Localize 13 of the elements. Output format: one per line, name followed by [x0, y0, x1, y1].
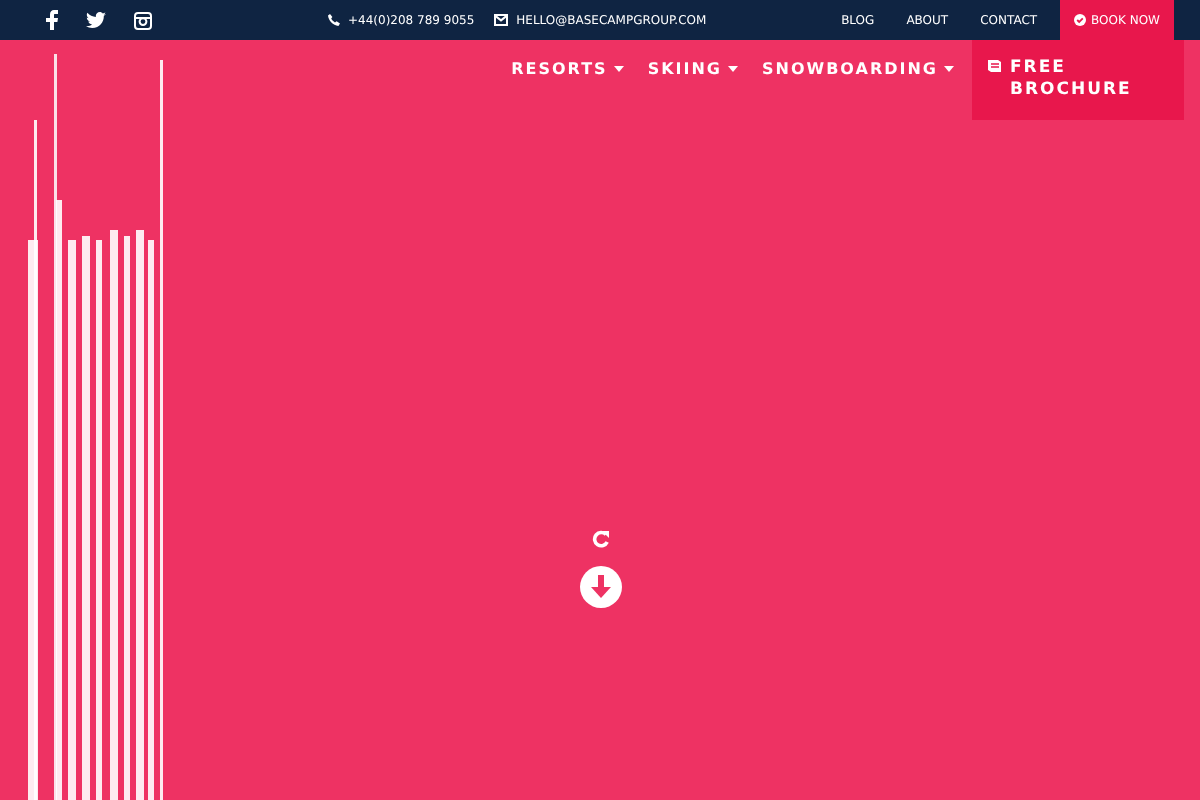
mail-icon — [494, 14, 509, 26]
facebook-icon[interactable] — [46, 10, 58, 30]
reload-icon — [591, 530, 609, 548]
nav-item[interactable]: SKIING — [635, 40, 750, 78]
twitter-icon[interactable] — [86, 12, 106, 28]
brochure-button[interactable]: FREE BROCHURE — [972, 40, 1184, 120]
instagram-icon[interactable] — [134, 11, 152, 29]
nav-item[interactable]: RESORTS — [499, 40, 636, 78]
phone-icon — [328, 14, 340, 26]
book-icon — [986, 58, 1002, 74]
nav-item[interactable]: SNOWBOARDING — [750, 40, 966, 78]
check-circle-icon — [1073, 14, 1086, 26]
scroll-down-icon[interactable] — [579, 566, 621, 608]
